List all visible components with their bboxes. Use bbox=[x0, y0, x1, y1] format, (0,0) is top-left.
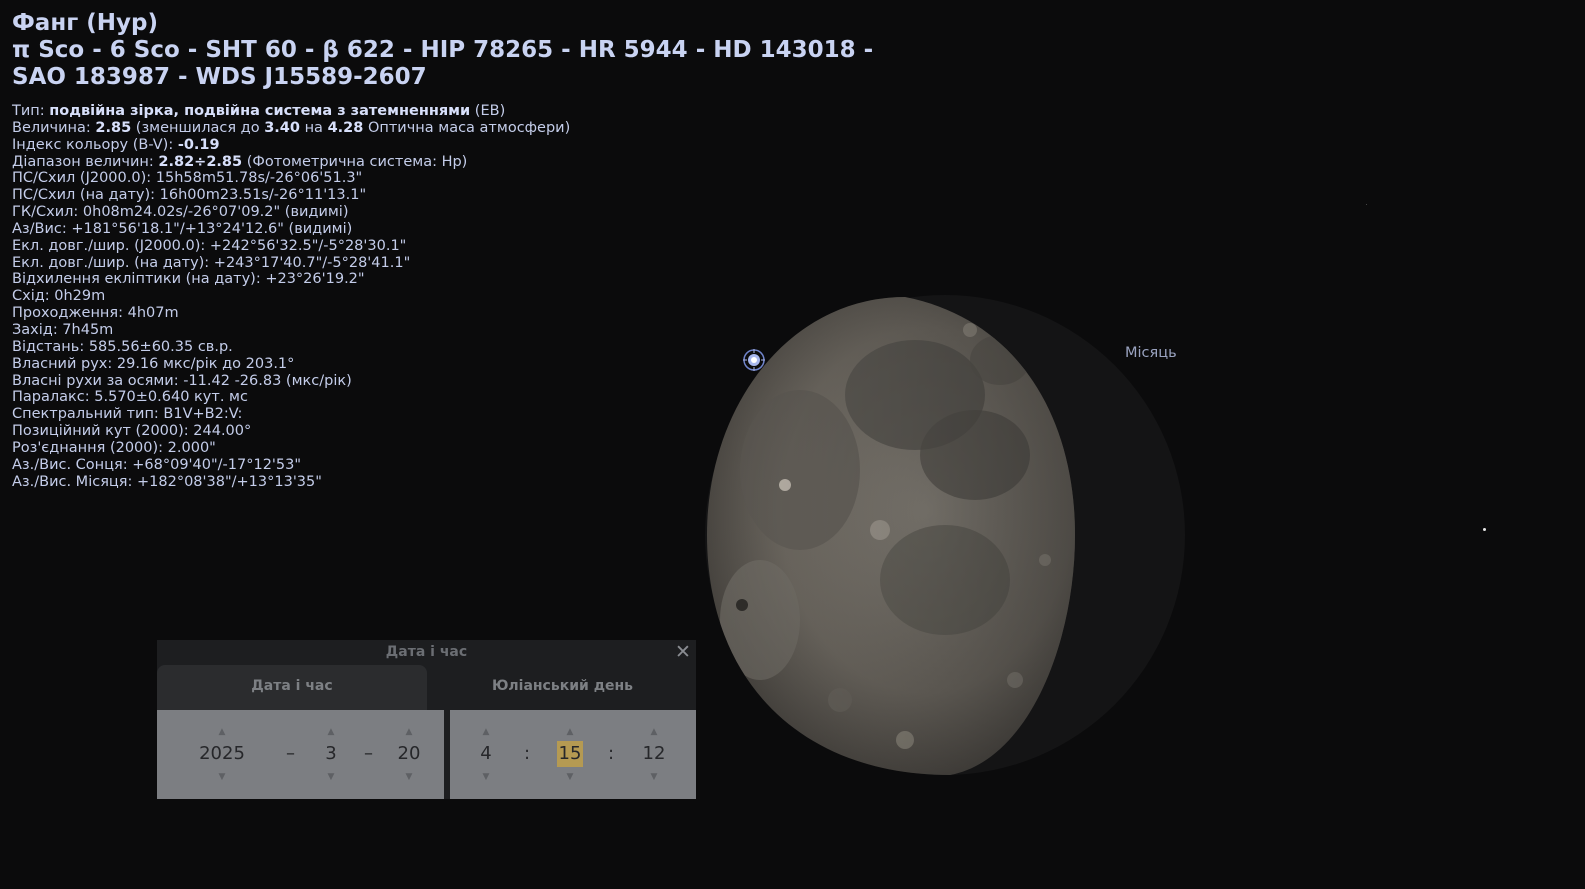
info-line: Власні рухи за осями: -11.42 -26.83 (мкс… bbox=[12, 372, 352, 389]
info-line: Відстань: 585.56±60.35 св.р. bbox=[12, 338, 233, 355]
info-line: Екл. довг./шир. (J2000.0): +242°56'32.5"… bbox=[12, 237, 407, 254]
info-type: Тип: подвійна зірка, подвійна система з … bbox=[12, 103, 506, 119]
info-line: Позиційний кут (2000): 244.00° bbox=[12, 423, 252, 440]
year-up-icon[interactable]: ▲ bbox=[194, 725, 250, 739]
year-down-icon[interactable]: ▼ bbox=[194, 770, 250, 784]
background-star bbox=[1483, 528, 1486, 531]
month-down-icon[interactable]: ▼ bbox=[317, 770, 345, 784]
month-spinbox[interactable]: ▲ 3 ▼ bbox=[317, 710, 345, 799]
tab-date-time[interactable]: Дата і час bbox=[157, 665, 427, 710]
info-line: Аз./Вис. Сонця: +68°09'40"/-17°12'53" bbox=[12, 456, 302, 473]
date-separator: – bbox=[286, 743, 295, 764]
info-line: ГК/Схил: 0h08m24.02s/-26°07'09.2" (видим… bbox=[12, 204, 349, 221]
object-title: Фанг (Нур) bbox=[12, 10, 158, 36]
object-details: Тип: подвійна зірка, подвійна система з … bbox=[12, 103, 892, 490]
info-line: ПС/Схил (на дату): 16h00m23.51s/-26°11'1… bbox=[12, 187, 367, 204]
background-star-faint bbox=[1366, 204, 1367, 205]
time-panel: ▲ 4 ▼ : ▲ 15 ▼ : ▲ 12 ▼ bbox=[450, 710, 696, 799]
dialog-title[interactable]: Дата і час bbox=[157, 640, 696, 664]
minute-value[interactable]: 15 bbox=[556, 741, 584, 767]
close-icon[interactable]: ✕ bbox=[674, 640, 692, 664]
info-line: Роз'єднання (2000): 2.000" bbox=[12, 439, 216, 456]
info-line: Аз/Вис: +181°56'18.1"/+13°24'12.6" (види… bbox=[12, 220, 353, 237]
object-info-panel: Фанг (Нур) π Sco - 6 Sco - SHT 60 - β 62… bbox=[12, 10, 892, 490]
day-down-icon[interactable]: ▼ bbox=[393, 770, 425, 784]
month-up-icon[interactable]: ▲ bbox=[317, 725, 345, 739]
object-designations: π Sco - 6 Sco - SHT 60 - β 622 - HIP 782… bbox=[12, 37, 874, 90]
info-line: Аз./Вис. Місяця: +182°08'38"/+13°13'35" bbox=[12, 473, 322, 490]
year-spinbox[interactable]: ▲ 2025 ▼ bbox=[194, 710, 250, 799]
time-separator: : bbox=[608, 743, 615, 764]
tab-julian-day[interactable]: Юліанський день bbox=[429, 665, 696, 710]
info-line: Схід: 0h29m bbox=[12, 288, 106, 305]
minute-down-icon[interactable]: ▼ bbox=[552, 770, 588, 784]
info-color-index: Індекс кольору (B-V): -0.19 bbox=[12, 136, 220, 153]
second-value[interactable]: 12 bbox=[641, 741, 668, 767]
day-value[interactable]: 20 bbox=[396, 741, 423, 767]
info-magnitude: Величина: 2.85 (зменшилася до 3.40 на 4.… bbox=[12, 119, 571, 136]
info-mag-range: Діапазон величин: 2.82÷2.85 (Фотометричн… bbox=[12, 153, 468, 170]
info-line: Екл. довг./шир. (на дату): +243°17'40.7"… bbox=[12, 254, 411, 271]
info-line: Захід: 7h45m bbox=[12, 321, 114, 338]
second-spinbox[interactable]: ▲ 12 ▼ bbox=[636, 710, 672, 799]
info-line: Проходження: 4h07m bbox=[12, 305, 179, 322]
minute-up-icon[interactable]: ▲ bbox=[552, 725, 588, 739]
minute-spinbox[interactable]: ▲ 15 ▼ bbox=[552, 710, 588, 799]
day-spinbox[interactable]: ▲ 20 ▼ bbox=[393, 710, 425, 799]
info-line: Власний рух: 29.16 мкс/рік до 203.1° bbox=[12, 355, 295, 372]
datetime-dialog: Дата і час ✕ Дата і час Юліанський день … bbox=[157, 640, 696, 799]
hour-value[interactable]: 4 bbox=[478, 741, 493, 767]
info-line: Відхилення екліптики (на дату): +23°26'1… bbox=[12, 271, 365, 288]
date-separator: – bbox=[364, 743, 373, 764]
info-line: Паралакс: 5.570±0.640 кут. мс bbox=[12, 389, 248, 406]
hour-up-icon[interactable]: ▲ bbox=[470, 725, 502, 739]
month-value[interactable]: 3 bbox=[323, 741, 338, 767]
year-value[interactable]: 2025 bbox=[197, 741, 247, 767]
day-up-icon[interactable]: ▲ bbox=[393, 725, 425, 739]
hour-down-icon[interactable]: ▼ bbox=[470, 770, 502, 784]
time-separator: : bbox=[524, 743, 531, 764]
second-up-icon[interactable]: ▲ bbox=[636, 725, 672, 739]
date-panel: ▲ 2025 ▼ – ▲ 3 ▼ – ▲ 20 ▼ bbox=[157, 710, 444, 799]
second-down-icon[interactable]: ▼ bbox=[636, 770, 672, 784]
hour-spinbox[interactable]: ▲ 4 ▼ bbox=[470, 710, 502, 799]
info-line: ПС/Схил (J2000.0): 15h58m51.78s/-26°06'5… bbox=[12, 170, 363, 187]
info-line: Спектральний тип: B1V+B2:V: bbox=[12, 406, 243, 423]
moon-label[interactable]: Місяць bbox=[1125, 345, 1177, 361]
